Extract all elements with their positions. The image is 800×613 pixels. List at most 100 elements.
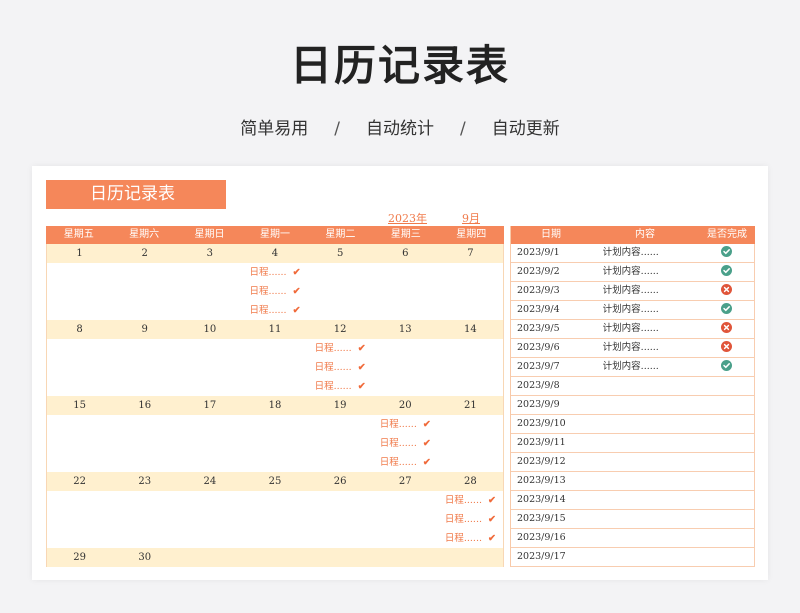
row-status[interactable] [698,548,754,566]
date-cell[interactable]: 5 [308,244,373,263]
calendar-week: 29 30 [46,548,504,567]
date-cell[interactable]: 20 [373,396,438,415]
date-cell[interactable]: 11 [242,320,307,339]
schedule-entry[interactable]: 日程...... ✔ [438,510,503,529]
date-cell[interactable]: 12 [308,320,373,339]
date-cell[interactable]: 25 [242,472,307,491]
row-status[interactable] [698,453,754,471]
schedule-entry[interactable]: 日程...... ✔ [373,453,438,472]
date-cell[interactable]: 6 [373,244,438,263]
empty-cell [308,282,373,301]
row-status[interactable] [698,339,754,357]
row-status[interactable] [698,434,754,452]
row-content[interactable]: 计划内容...... [591,358,699,376]
date-cell[interactable]: 2 [112,244,177,263]
row-status[interactable] [698,377,754,395]
date-cell[interactable]: 10 [177,320,242,339]
date-cell[interactable]: 30 [112,548,177,567]
date-cell[interactable]: 7 [438,244,503,263]
schedule-entry[interactable]: 日程...... ✔ [373,434,438,453]
empty-cell [438,415,503,434]
date-cell[interactable]: 24 [177,472,242,491]
row-status[interactable] [698,510,754,528]
schedule-text: 日程...... [249,286,287,297]
row-content[interactable]: 计划内容...... [591,244,699,262]
schedule-text: 日程...... [444,514,482,525]
date-cell[interactable] [308,548,373,567]
schedule-entry[interactable]: 日程...... ✔ [242,263,307,282]
date-cell[interactable]: 18 [242,396,307,415]
row-content[interactable]: 计划内容...... [591,301,699,319]
date-cell[interactable]: 13 [373,320,438,339]
date-cell[interactable]: 17 [177,396,242,415]
date-cell[interactable]: 28 [438,472,503,491]
date-cell[interactable]: 4 [242,244,307,263]
date-cell[interactable] [177,548,242,567]
weekday-label: 星期六 [129,229,160,240]
date-cell[interactable]: 21 [438,396,503,415]
row-status[interactable] [698,491,754,509]
row-content[interactable] [591,529,699,547]
row-content[interactable]: 计划内容...... [591,263,699,281]
row-content[interactable] [591,453,699,471]
date-cell[interactable]: 16 [112,396,177,415]
date-cell[interactable]: 19 [308,396,373,415]
row-status[interactable] [698,282,754,300]
date-cell[interactable] [438,548,503,567]
date-cell[interactable]: 3 [177,244,242,263]
row-content[interactable] [591,548,699,566]
year-selector[interactable]: 2023年 [388,210,427,226]
row-content[interactable]: 计划内容...... [591,320,699,338]
row-content[interactable] [591,491,699,509]
row-status[interactable] [698,263,754,281]
row-content[interactable] [591,396,699,414]
schedule-entry[interactable]: 日程...... ✔ [373,415,438,434]
empty-cell [112,377,177,396]
date-cell[interactable] [242,548,307,567]
row-status[interactable] [698,472,754,490]
row-status[interactable] [698,301,754,319]
row-content[interactable]: 计划内容...... [591,282,699,300]
date-cell[interactable] [373,548,438,567]
date-cell[interactable]: 14 [438,320,503,339]
schedule-text: 日程...... [314,343,352,354]
row-content[interactable] [591,510,699,528]
schedule-entry[interactable]: 日程...... ✔ [308,339,373,358]
date-cell[interactable]: 9 [112,320,177,339]
date-cell[interactable]: 29 [47,548,112,567]
date-cell[interactable]: 26 [308,472,373,491]
date-cell[interactable]: 22 [47,472,112,491]
empty-cell [438,453,503,472]
schedule-entry[interactable]: 日程...... ✔ [242,301,307,320]
row-content[interactable] [591,377,699,395]
schedule-row: 日程...... ✔ [47,491,503,510]
row-content[interactable] [591,472,699,490]
row-status[interactable] [698,244,754,262]
weekday-label: 星期一 [259,229,290,240]
schedule-entry[interactable]: 日程...... ✔ [438,529,503,548]
schedule-entry[interactable]: 日程...... ✔ [308,358,373,377]
empty-cell [242,415,307,434]
row-date: 2023/9/7 [517,361,560,372]
row-status[interactable] [698,415,754,433]
calendar-week: 15 16 17 18 19 20 21 日程...... ✔ 日程...... ✔ 日程......… [46,396,504,472]
empty-cell [438,301,503,320]
month-selector[interactable]: 9月 [462,210,480,226]
check-icon: ✔ [292,305,301,316]
date-cell[interactable]: 23 [112,472,177,491]
date-cell[interactable]: 15 [47,396,112,415]
row-status[interactable] [698,529,754,547]
done-check-icon [720,360,732,371]
schedule-entry[interactable]: 日程...... ✔ [438,491,503,510]
date-cell[interactable]: 27 [373,472,438,491]
row-status[interactable] [698,358,754,376]
row-content[interactable] [591,434,699,452]
row-content[interactable] [591,415,699,433]
row-status[interactable] [698,320,754,338]
date-cell[interactable]: 1 [47,244,112,263]
row-content[interactable]: 计划内容...... [591,339,699,357]
schedule-entry[interactable]: 日程...... ✔ [242,282,307,301]
date-cell[interactable]: 8 [47,320,112,339]
row-status[interactable] [698,396,754,414]
schedule-entry[interactable]: 日程...... ✔ [308,377,373,396]
